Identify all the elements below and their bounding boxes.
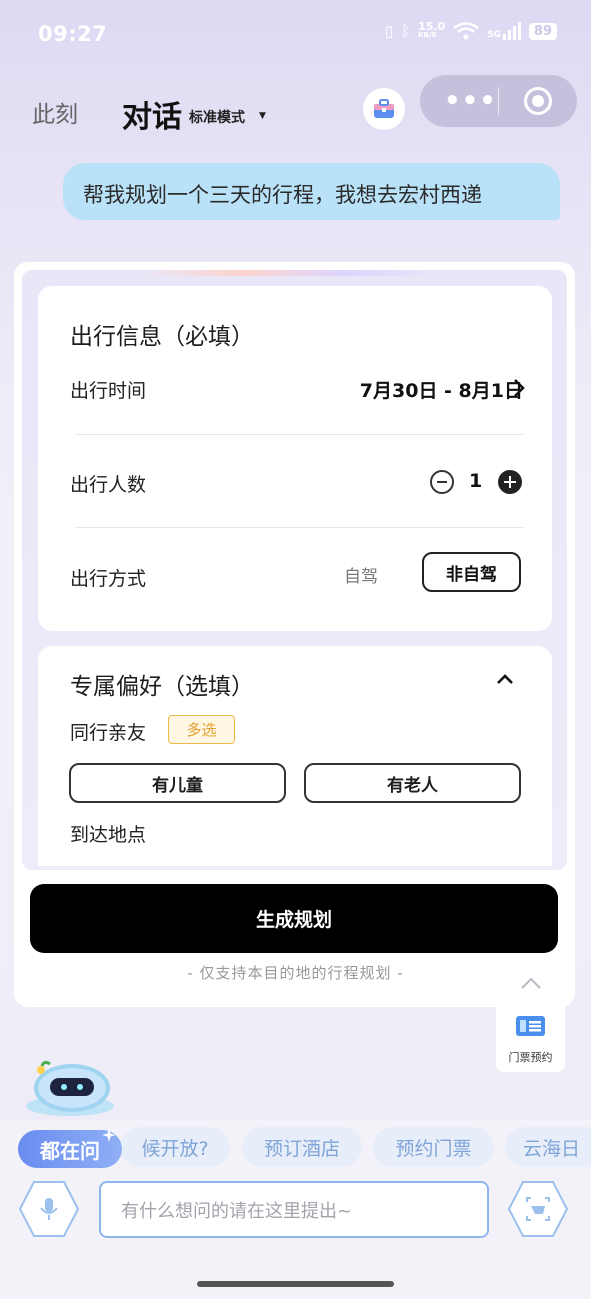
status-icons: ▯ ᛒ 15.0 KB/S 5G 89 (384, 20, 557, 40)
scan-button[interactable] (507, 1180, 569, 1238)
arrival-place-label: 到达地点 (70, 824, 147, 846)
companions-label: 同行亲友 (70, 722, 147, 744)
user-message-bubble: 帮我规划一个三天的行程，我想去宏村西递 (63, 163, 560, 220)
vibrate-icon: ▯ (384, 22, 394, 40)
tab-chat[interactable]: 对话 (122, 92, 182, 136)
sparkle-icon (102, 1128, 116, 1142)
generate-note: - 仅支持本目的地的行程规划 - (187, 964, 404, 982)
status-time: 09:27 (38, 22, 108, 46)
status-bar: 09:27 ▯ ᛒ 15.0 KB/S 5G 89 (0, 0, 591, 70)
scroll-up-icon[interactable] (520, 976, 542, 990)
signal-icon: 5G (487, 22, 521, 40)
ticket-icon (516, 1016, 545, 1036)
bluetooth-icon: ᛒ (401, 22, 411, 40)
option-self-drive[interactable]: 自驾 (344, 562, 378, 587)
tab-now[interactable]: 此刻 (32, 95, 78, 129)
question-input[interactable]: 有什么想问的请在这里提出~ (99, 1181, 489, 1238)
option-with-elderly[interactable]: 有老人 (304, 763, 521, 803)
divider (75, 434, 524, 435)
net-speed-value: 15.0 (418, 20, 446, 33)
quick-chip[interactable]: 候开放? (120, 1127, 230, 1167)
multi-select-badge: 多选 (168, 715, 235, 744)
decrease-people-button[interactable] (430, 470, 454, 494)
preferences-title: 专属偏好（选填） (70, 674, 254, 700)
more-icon[interactable]: ••• (444, 86, 497, 116)
option-non-self-drive[interactable]: 非自驾 (422, 552, 521, 592)
ticket-booking-label: 门票预约 (508, 1051, 553, 1064)
people-count-label: 出行人数 (70, 474, 147, 496)
divider (75, 527, 524, 528)
ticket-booking-widget[interactable]: 门票预约 (496, 1002, 565, 1072)
option-with-children[interactable]: 有儿童 (69, 763, 286, 803)
capsule-divider (498, 87, 499, 115)
voice-input-button[interactable] (18, 1180, 80, 1238)
travel-info-title: 出行信息（必填） (70, 324, 254, 350)
signal-label: 5G (487, 30, 501, 40)
close-miniprogram-icon[interactable] (524, 87, 552, 115)
net-speed-unit: KB/S (418, 31, 437, 39)
briefcase-icon (374, 99, 394, 118)
travel-time-label: 出行时间 (70, 380, 147, 402)
collapse-chevron-icon[interactable] (495, 672, 515, 686)
travel-time-value[interactable]: 7月30日 - 8月1日 (360, 376, 523, 403)
generate-plan-button[interactable]: 生成规划 (30, 884, 558, 953)
battery-indicator: 89 (528, 22, 557, 40)
home-indicator[interactable] (197, 1281, 394, 1287)
quick-chip[interactable]: 预约门票 (373, 1127, 494, 1167)
mode-selector[interactable]: 标准模式 (189, 107, 245, 127)
increase-people-button[interactable] (498, 470, 522, 494)
people-count-value: 1 (469, 470, 483, 492)
robot-mascot-icon[interactable] (24, 1060, 116, 1116)
quick-chip[interactable]: 预订酒店 (242, 1127, 362, 1167)
caret-down-icon[interactable]: ▼ (259, 111, 266, 121)
travel-mode-label: 出行方式 (70, 568, 147, 590)
wifi-icon (453, 22, 479, 40)
briefcase-button[interactable] (363, 88, 405, 130)
net-speed: 15.0 KB/S (418, 20, 446, 40)
quick-chip[interactable]: 云海日 (505, 1127, 591, 1167)
chevron-right-icon[interactable] (512, 376, 526, 400)
miniprogram-capsule: ••• (420, 75, 577, 127)
